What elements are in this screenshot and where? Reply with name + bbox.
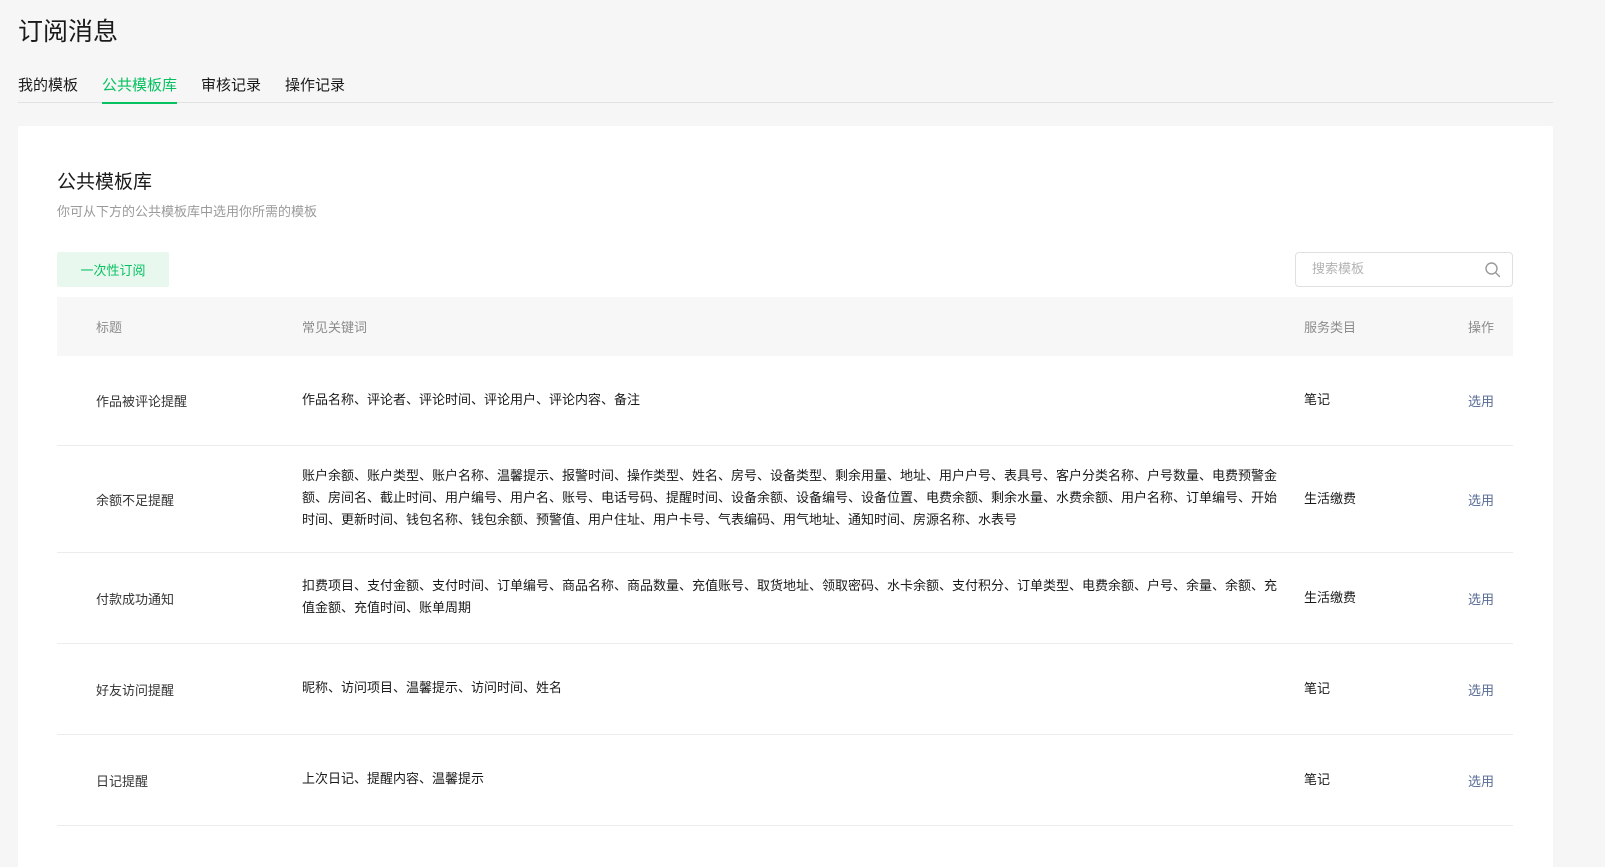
row-keywords: 扣费项目、支付金额、支付时间、订单编号、商品名称、商品数量、充值账号、取货地址、… (302, 579, 1278, 616)
row-keywords: 作品名称、评论者、评论时间、评论用户、评论内容、备注 (302, 392, 641, 408)
template-table: 标题 常见关键词 服务类目 操作 作品被评论提醒 作品名称、评论者、评论时间、评… (57, 297, 1513, 826)
row-category: 笔记 (1304, 681, 1331, 697)
header-action: 操作 (1467, 321, 1494, 336)
select-template-link[interactable]: 选用 (1468, 395, 1494, 410)
row-category: 生活缴费 (1304, 590, 1357, 606)
select-template-link[interactable]: 选用 (1468, 494, 1494, 509)
row-action-cell: 选用 (1442, 490, 1513, 509)
row-action-cell: 选用 (1442, 680, 1513, 699)
row-action-cell: 选用 (1442, 771, 1513, 790)
tab-review-records[interactable]: 审核记录 (201, 72, 261, 103)
row-action-cell: 选用 (1442, 589, 1513, 608)
page-title: 订阅消息 (18, 17, 119, 46)
select-template-link[interactable]: 选用 (1468, 684, 1494, 699)
search-icon[interactable] (1484, 261, 1502, 279)
tab-my-templates[interactable]: 我的模板 (18, 72, 78, 103)
row-category: 生活缴费 (1304, 491, 1357, 507)
table-row: 付款成功通知 扣费项目、支付金额、支付时间、订单编号、商品名称、商品数量、充值账… (57, 553, 1513, 644)
row-keywords: 昵称、访问项目、温馨提示、访问时间、姓名 (302, 681, 563, 696)
tab-operation-records[interactable]: 操作记录 (285, 72, 345, 103)
header-keywords: 常见关键词 (302, 321, 368, 336)
row-title: 余额不足提醒 (96, 493, 175, 509)
search-input[interactable] (1296, 253, 1476, 286)
library-card: 公共模板库 你可从下方的公共模板库中选用你所需的模板 一次性订阅 标题 常见关键… (18, 126, 1553, 867)
search-box (1295, 252, 1513, 287)
row-keywords: 上次日记、提醒内容、温馨提示 (302, 772, 485, 787)
row-title: 好友访问提醒 (96, 683, 175, 699)
select-template-link[interactable]: 选用 (1468, 775, 1494, 790)
row-keywords: 账户余额、账户类型、账户名称、温馨提示、报警时间、操作类型、姓名、房号、设备类型… (302, 469, 1278, 528)
row-title: 日记提醒 (96, 774, 149, 790)
row-category: 笔记 (1304, 393, 1331, 408)
header-title: 标题 (96, 321, 123, 336)
row-title: 付款成功通知 (96, 592, 175, 608)
table-header: 标题 常见关键词 服务类目 操作 (57, 297, 1513, 356)
table-row: 好友访问提醒 昵称、访问项目、温馨提示、访问时间、姓名 笔记 选用 (57, 644, 1513, 735)
section-description: 你可从下方的公共模板库中选用你所需的模板 (57, 205, 318, 220)
tab-public-library[interactable]: 公共模板库 (102, 72, 178, 104)
table-row: 作品被评论提醒 作品名称、评论者、评论时间、评论用户、评论内容、备注 笔记 选用 (57, 356, 1513, 446)
header-category: 服务类目 (1304, 321, 1357, 336)
tab-bar: 我的模板 公共模板库 审核记录 操作记录 (18, 72, 1553, 104)
row-category: 笔记 (1304, 772, 1331, 788)
table-row: 日记提醒 上次日记、提醒内容、温馨提示 笔记 选用 (57, 735, 1513, 826)
table-row: 余额不足提醒 账户余额、账户类型、账户名称、温馨提示、报警时间、操作类型、姓名、… (57, 446, 1513, 553)
select-template-link[interactable]: 选用 (1468, 593, 1494, 608)
section-title: 公共模板库 (57, 171, 153, 193)
row-title: 作品被评论提醒 (96, 395, 188, 410)
one-time-subscription-button[interactable]: 一次性订阅 (57, 252, 169, 287)
row-action-cell: 选用 (1442, 391, 1513, 410)
page: 订阅消息 我的模板 公共模板库 审核记录 操作记录 公共模板库 你可从下方的公共… (0, 0, 1605, 867)
